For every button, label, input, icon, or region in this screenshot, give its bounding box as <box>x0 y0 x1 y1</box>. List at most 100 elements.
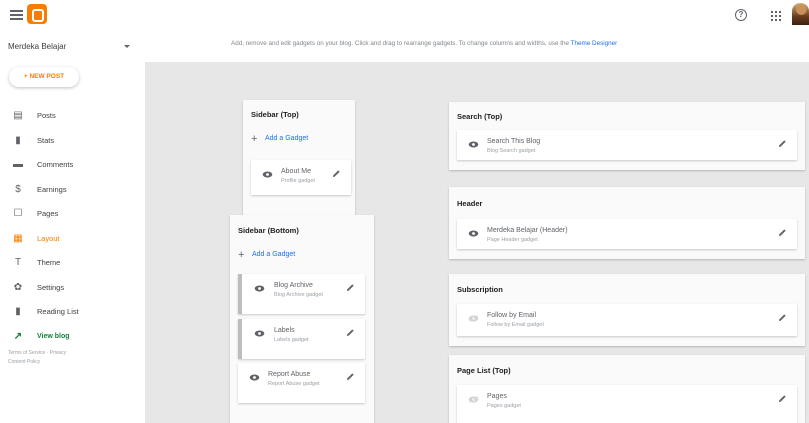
gadget-header[interactable]: Merdeka Belajar (Header) Page Header gad… <box>457 219 797 249</box>
add-gadget-label: Add a Gadget <box>252 251 296 258</box>
menu-icon[interactable] <box>10 10 23 20</box>
edit-pencil-icon[interactable] <box>346 372 355 381</box>
gadget-name: Blog Archive <box>274 282 313 289</box>
gadget-name: About Me <box>281 168 311 175</box>
sidebar-item-label: Stats <box>37 135 55 145</box>
layout-icon: ▦ <box>13 232 23 244</box>
section-title: Header <box>457 199 483 208</box>
gadget-type: Labels gadget <box>274 337 309 343</box>
plus-icon: + <box>251 133 258 145</box>
section-page-list-top: Page List (Top) Pages Pages gadget <box>449 355 805 423</box>
section-title: Subscription <box>457 285 503 294</box>
visibility-eye-icon[interactable] <box>468 230 479 237</box>
section-title: Page List (Top) <box>457 366 511 375</box>
theme-icon: T <box>14 257 22 268</box>
gadget-about-me[interactable]: About Me Profile gadget <box>251 160 351 195</box>
sidebar-item-label: Earnings <box>37 184 67 194</box>
blog-name: Merdeka Belajar <box>8 42 67 51</box>
edit-pencil-icon[interactable] <box>346 283 355 292</box>
edit-pencil-icon[interactable] <box>778 139 787 148</box>
plus-icon: + <box>238 249 245 261</box>
reading-list-icon: ▮ <box>15 306 21 317</box>
blog-selector[interactable]: Merdeka Belajar <box>8 42 136 56</box>
gadget-type: Blog Archive gadget <box>274 292 323 298</box>
gadget-name: Search This Blog <box>487 138 541 145</box>
instructions-text: Add, remove and edit gadgets on your blo… <box>231 40 570 47</box>
section-title: Search (Top) <box>457 112 503 121</box>
pages-icon: ☐ <box>13 208 23 219</box>
section-header: Header Merdeka Belajar (Header) Page Hea… <box>449 187 805 259</box>
visibility-eye-icon[interactable] <box>249 374 260 381</box>
settings-icon: ✿ <box>13 281 23 293</box>
sidebar-item-comments[interactable]: ▬ Comments <box>0 154 145 179</box>
visibility-eye-icon[interactable] <box>262 171 273 178</box>
sidebar-item-label: Settings <box>37 282 65 292</box>
apps-grid-icon[interactable] <box>771 11 781 21</box>
gadget-pages[interactable]: Pages Pages gadget <box>457 385 797 423</box>
drag-handle[interactable] <box>238 274 242 314</box>
content-policy-link[interactable]: Content Policy <box>8 359 40 365</box>
blogger-logo-icon[interactable] <box>27 4 47 24</box>
sidebar: Merdeka Belajar + NEW POST ▤ Posts ▮ Sta… <box>0 30 145 423</box>
view-blog-icon: ↗ <box>13 330 23 342</box>
earnings-icon: $ <box>15 183 21 195</box>
visibility-eye-icon[interactable] <box>254 285 265 292</box>
edit-pencil-icon[interactable] <box>332 169 341 178</box>
section-search-top: Search (Top) Search This Blog Blog Searc… <box>449 102 805 170</box>
sidebar-item-view-blog[interactable]: ↗ View blog <box>0 326 145 351</box>
theme-designer-link[interactable]: Theme Designer <box>571 40 618 47</box>
sidebar-item-reading-list[interactable]: ▮ Reading List <box>0 301 145 326</box>
sidebar-item-label: View blog <box>37 332 70 340</box>
footer-links: Terms of Service · Privacy Content Polic… <box>8 350 67 365</box>
gadget-type: Profile gadget <box>281 178 315 184</box>
sidebar-nav: ▤ Posts ▮ Stats ▬ Comments $ Earnings ☐ … <box>0 105 145 350</box>
comments-icon: ▬ <box>13 159 23 170</box>
gadget-name: Merdeka Belajar (Header) <box>487 227 568 234</box>
edit-pencil-icon[interactable] <box>346 328 355 337</box>
gadget-type: Page Header gadget <box>487 237 538 243</box>
gadget-labels[interactable]: Labels Labels gadget <box>238 319 365 359</box>
edit-pencil-icon[interactable] <box>778 228 787 237</box>
gadget-name: Pages <box>487 393 507 400</box>
sidebar-item-label: Pages <box>37 209 59 218</box>
sidebar-item-label: Theme <box>37 258 61 267</box>
sidebar-item-earnings[interactable]: $ Earnings <box>0 179 145 204</box>
sidebar-item-label: Reading List <box>37 307 79 316</box>
sidebar-item-stats[interactable]: ▮ Stats <box>0 130 145 155</box>
section-sidebar-bottom: Sidebar (Bottom) + Add a Gadget Blog Arc… <box>230 215 374 423</box>
top-bar: ? <box>0 0 809 30</box>
section-subscription: Subscription Follow by Email Follow by E… <box>449 274 805 346</box>
visibility-eye-icon[interactable] <box>468 141 479 148</box>
gadget-report-abuse[interactable]: Report Abuse Report Abuse gadget <box>238 363 365 403</box>
sidebar-item-pages[interactable]: ☐ Pages <box>0 203 145 228</box>
new-post-button[interactable]: + NEW POST <box>9 67 79 87</box>
section-title: Sidebar (Top) <box>251 110 299 119</box>
sidebar-item-settings[interactable]: ✿ Settings <box>0 277 145 302</box>
gadget-blog-archive[interactable]: Blog Archive Blog Archive gadget <box>238 274 365 314</box>
edit-pencil-icon[interactable] <box>778 394 787 403</box>
add-gadget-label: Add a Gadget <box>265 135 309 142</box>
edit-pencil-icon[interactable] <box>778 313 787 322</box>
add-gadget-button[interactable]: + Add a Gadget <box>238 246 295 264</box>
privacy-link[interactable]: Privacy <box>50 350 66 356</box>
layout-canvas: Sidebar (Top) + Add a Gadget About Me Pr… <box>145 62 809 423</box>
gadget-follow-by-email[interactable]: Follow by Email Follow by Email gadget <box>457 304 797 336</box>
gadget-search-this-blog[interactable]: Search This Blog Blog Search gadget <box>457 130 797 160</box>
gadget-name: Labels <box>274 327 295 334</box>
help-icon[interactable]: ? <box>735 9 747 21</box>
visibility-eye-icon[interactable] <box>254 330 265 337</box>
add-gadget-button[interactable]: + Add a Gadget <box>251 130 308 148</box>
sidebar-item-label: Layout <box>37 233 60 243</box>
layout-instructions: Add, remove and edit gadgets on your blo… <box>231 40 809 47</box>
sidebar-item-theme[interactable]: T Theme <box>0 252 145 277</box>
sidebar-item-layout[interactable]: ▦ Layout <box>0 228 145 253</box>
stats-icon: ▮ <box>15 134 21 146</box>
visibility-off-eye-icon[interactable] <box>468 396 479 403</box>
sidebar-item-posts[interactable]: ▤ Posts <box>0 105 145 130</box>
avatar[interactable] <box>792 3 809 25</box>
visibility-off-eye-icon[interactable] <box>468 315 479 322</box>
chevron-down-icon <box>124 45 130 48</box>
drag-handle[interactable] <box>238 319 242 359</box>
terms-link[interactable]: Terms of Service <box>8 350 45 356</box>
posts-icon: ▤ <box>13 110 23 121</box>
